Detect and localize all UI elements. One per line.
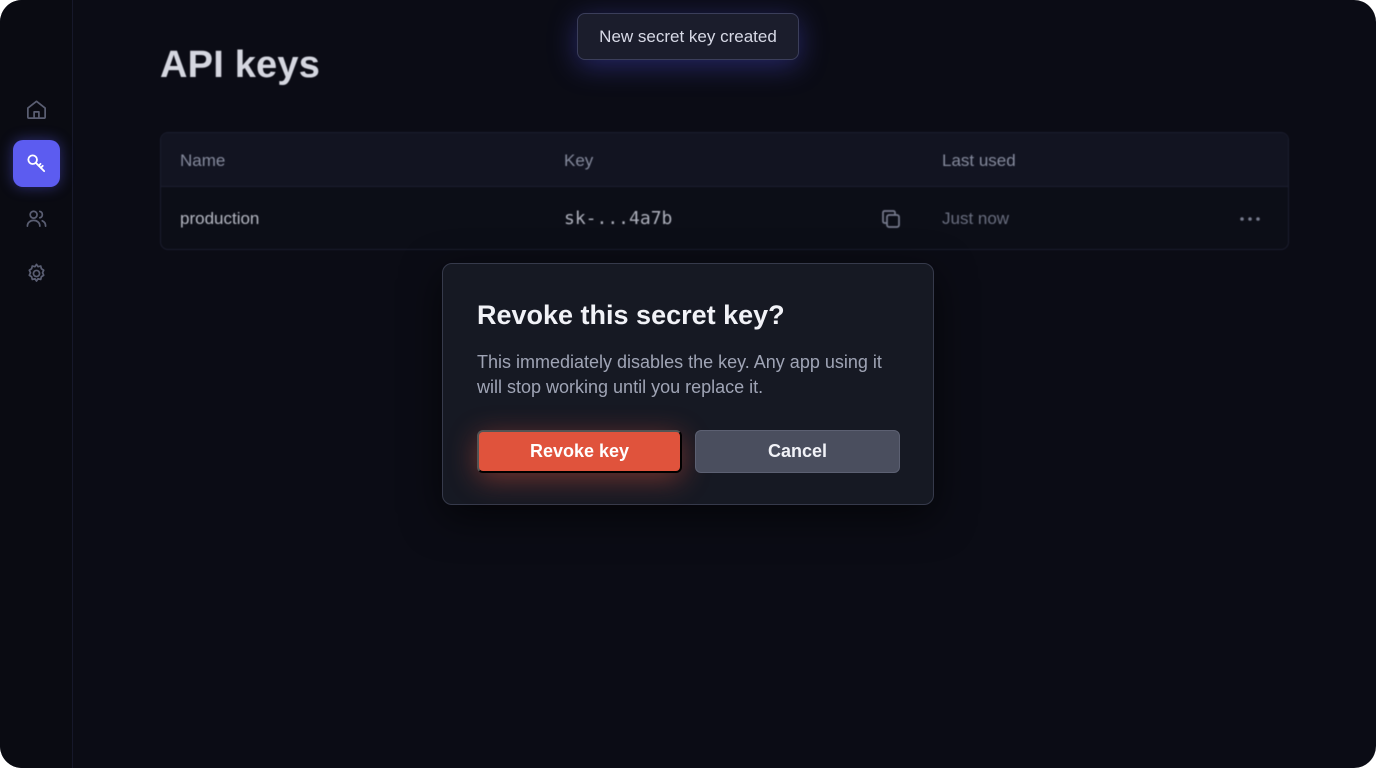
copy-icon [882, 210, 900, 228]
sidebar [0, 0, 73, 768]
sidebar-item-members[interactable] [13, 195, 60, 242]
cancel-button[interactable]: Cancel [695, 430, 900, 473]
column-header-key: Key [564, 151, 594, 170]
sidebar-item-api-keys[interactable] [13, 140, 60, 187]
home-icon [27, 100, 46, 119]
key-name: production [180, 209, 260, 228]
gear-icon [28, 263, 45, 282]
sidebar-item-home[interactable] [13, 86, 60, 133]
revoke-key-dialog: Revoke this secret key? This immediately… [442, 263, 934, 505]
key-value: sk-...4a7b [564, 208, 673, 229]
key-icon [27, 154, 46, 173]
column-header-name: Name [180, 151, 226, 170]
revoke-key-button[interactable]: Revoke key [477, 430, 682, 473]
row-actions-button[interactable] [1237, 207, 1263, 231]
key-last-used: Just now [942, 209, 1010, 228]
copy-key-button[interactable] [879, 207, 903, 231]
dialog-description: This immediately disables the key. Any a… [477, 352, 882, 397]
column-header-last-used: Last used [942, 151, 1016, 170]
table-header: Name Key Last used [161, 133, 1288, 187]
app-window: API keys Name Key Last used production s… [0, 0, 1376, 768]
more-horizontal-icon [1240, 217, 1260, 221]
page-title: API keys [160, 44, 321, 86]
api-keys-table: Name Key Last used production sk-...4a7b… [160, 132, 1289, 250]
toast-notification: New secret key created [577, 13, 799, 60]
sidebar-item-settings[interactable] [13, 250, 60, 297]
users-icon [26, 210, 47, 228]
dialog-title: Revoke this secret key? [477, 300, 785, 330]
